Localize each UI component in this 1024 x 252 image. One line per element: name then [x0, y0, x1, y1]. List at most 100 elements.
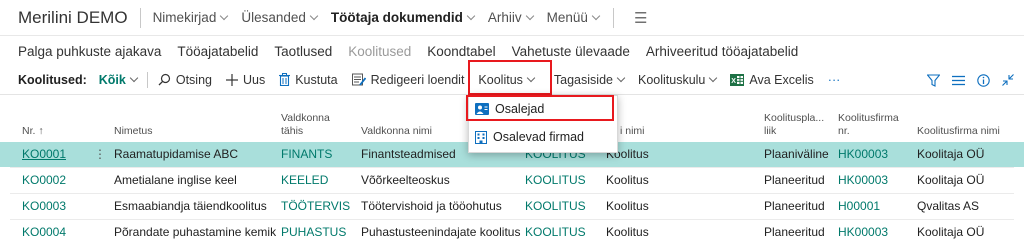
table-row[interactable]: KO0004 Põrandate puhastamine kemik... PU…	[0, 220, 1024, 245]
nav-arhiiv[interactable]: Arhiiv	[487, 10, 534, 25]
trash-icon	[279, 73, 291, 86]
company-name[interactable]: Merilini DEMO	[18, 8, 128, 28]
nav-label: Menüü	[546, 10, 588, 25]
filter-dropdown[interactable]: Kõik	[98, 72, 139, 87]
nav-label: Töötaja dokumendid	[330, 10, 463, 25]
cell-plaan: Planeeritud	[764, 173, 825, 187]
nav-nimekirjad[interactable]: Nimekirjad	[152, 10, 229, 25]
cell-nr[interactable]: KO0002	[22, 168, 66, 193]
edit-list-icon	[351, 73, 366, 86]
cell-tahis[interactable]: FINANTS	[281, 142, 332, 167]
nav-label: Ülesanded	[241, 10, 306, 25]
row-menu-icon[interactable]: ⋮	[94, 142, 106, 167]
search-icon	[158, 73, 171, 86]
companies-icon	[475, 130, 487, 144]
table-row[interactable]: KO0002 Ametialane inglise keel KEELED Võ…	[0, 168, 1024, 193]
cell-nr[interactable]: KO0003	[22, 194, 66, 219]
chevron-down-icon	[309, 11, 319, 20]
hamburger-icon[interactable]: ☰	[634, 9, 647, 27]
cell-tahis[interactable]: KEELED	[281, 168, 328, 193]
column-header-plaan-line2[interactable]: liik	[764, 125, 776, 137]
cell-liik-nimi: Koolitus	[606, 199, 649, 213]
delete-button[interactable]: Kustuta	[279, 72, 338, 87]
chevron-down-icon	[466, 11, 476, 20]
menu-item-label: Osalevad firmad	[493, 130, 585, 144]
table-row[interactable]: KO0003 Esmaabiandja täiendkoolitus TÖÖTE…	[0, 194, 1024, 219]
chevron-down-icon	[129, 73, 139, 82]
cell-firma-nimi: Qvalitas AS	[917, 199, 980, 213]
column-header-plaan-line1[interactable]: Koolituspla...	[764, 112, 824, 124]
column-header-nimetus[interactable]: Nimetus	[114, 125, 153, 137]
filter-label: Kõik	[98, 72, 126, 87]
edit-list-label: Redigeeri loendit	[370, 72, 465, 87]
cell-firma-nr[interactable]: HK00003	[838, 220, 888, 245]
nav-menuu[interactable]: Menüü	[546, 10, 601, 25]
column-header-firma-nr-line1[interactable]: Koolitusfirma	[838, 112, 899, 124]
column-header-firma-nr-line2[interactable]: nr.	[838, 125, 850, 137]
list-view-icon[interactable]	[952, 75, 965, 86]
chevron-down-icon	[220, 11, 229, 20]
cell-firma-nr[interactable]: HK00003	[838, 142, 888, 167]
cell-firma-nr[interactable]: HK00003	[838, 168, 888, 193]
info-icon[interactable]	[977, 73, 990, 87]
column-header-valdkonna-tahis-line2[interactable]: tähis	[281, 125, 303, 137]
nav-ulesanded[interactable]: Ülesanded	[241, 10, 319, 25]
cell-nr[interactable]: KO0004	[22, 220, 66, 245]
subnav-palga-puhkuste-ajakava[interactable]: Palga puhkuste ajakava	[18, 44, 161, 59]
delete-label: Kustuta	[295, 72, 338, 87]
chevron-down-icon	[616, 73, 626, 82]
new-button[interactable]: Uus	[225, 72, 266, 87]
cell-tahis[interactable]: PUHASTUS	[281, 220, 346, 245]
subnav-vahetuste-ulevaade[interactable]: Vahetuste ülevaade	[512, 44, 630, 59]
subnav-koondtabel[interactable]: Koondtabel	[427, 44, 495, 59]
column-header-valdkonna-tahis-line1[interactable]: Valdkonna	[281, 112, 330, 124]
cell-plaan: Planeeritud	[764, 199, 825, 213]
feedback-label: Tagasiside	[553, 72, 613, 87]
cell-firma-nimi: Koolitaja OÜ	[917, 173, 985, 187]
column-header-firma-nimi[interactable]: Koolitusfirma nimi	[917, 125, 1000, 137]
open-in-excel-button[interactable]: X Ava Excelis	[730, 72, 814, 87]
plus-icon	[225, 73, 238, 86]
page-tools	[915, 65, 1014, 95]
cell-nimetus: Raamatupidamise ABC	[114, 147, 239, 161]
chevron-down-icon	[591, 11, 601, 20]
cell-nr[interactable]: KO0001	[22, 142, 66, 167]
cell-valdkonna-nimi: Töötervishoid ja tööohutus	[361, 199, 502, 213]
column-header-valdkonna-nimi[interactable]: Valdkonna nimi	[361, 125, 432, 137]
nav-tootaja-dokumendid[interactable]: Töötaja dokumendid	[330, 10, 476, 25]
highlight-box	[466, 95, 614, 121]
cell-nimetus: Ametialane inglise keel	[114, 173, 237, 187]
new-label: Uus	[242, 72, 266, 87]
subnav-taotlused[interactable]: Taotlused	[274, 44, 332, 59]
column-header-liigi-nimi[interactable]: i nimi	[620, 125, 645, 137]
subnav-tooajatabelid[interactable]: Tööajatabelid	[177, 44, 258, 59]
column-header-nr[interactable]: Nr. ↑	[22, 125, 44, 137]
cell-tahis[interactable]: TÖÖTERVIS	[281, 194, 350, 219]
more-actions-button[interactable]: ···	[828, 73, 841, 87]
cell-liik[interactable]: KOOLITUS	[525, 220, 586, 245]
collapse-icon[interactable]	[1002, 74, 1014, 86]
feedback-menu-button[interactable]: Tagasiside	[553, 72, 626, 87]
cell-liik[interactable]: KOOLITUS	[525, 194, 586, 219]
cell-firma-nimi: Koolitaja OÜ	[917, 225, 985, 239]
cell-nimetus: Esmaabiandja täiendkoolitus	[114, 199, 267, 213]
excel-icon: X	[730, 73, 745, 86]
cell-plaan: Plaaniväline	[764, 147, 829, 161]
nav-label: Arhiiv	[487, 10, 522, 25]
excel-label: Ava Excelis	[749, 72, 814, 87]
highlight-box	[468, 60, 552, 95]
cell-liik-nimi: Koolitus	[606, 225, 649, 239]
divider	[139, 7, 141, 28]
page-title: Koolitused:	[18, 72, 87, 87]
subnav-arhiveeritud-tooajatabelid[interactable]: Arhiveeritud tööajatabelid	[646, 44, 798, 59]
nav-label: Nimekirjad	[152, 10, 217, 25]
subnav-koolitused[interactable]: Koolitused	[348, 44, 411, 59]
cell-valdkonna-nimi: Puhastusteenindajate koolitused	[361, 225, 521, 239]
filter-icon[interactable]	[927, 73, 940, 87]
cell-firma-nr[interactable]: H00001	[838, 194, 880, 219]
edit-list-button[interactable]: Redigeeri loendit	[351, 72, 465, 87]
cost-menu-button[interactable]: Koolituskulu	[638, 73, 718, 87]
cell-liik[interactable]: KOOLITUS	[525, 168, 586, 193]
menu-item-participating-companies[interactable]: Osalevad firmad	[475, 130, 584, 144]
search-button[interactable]: Otsing	[158, 73, 212, 87]
